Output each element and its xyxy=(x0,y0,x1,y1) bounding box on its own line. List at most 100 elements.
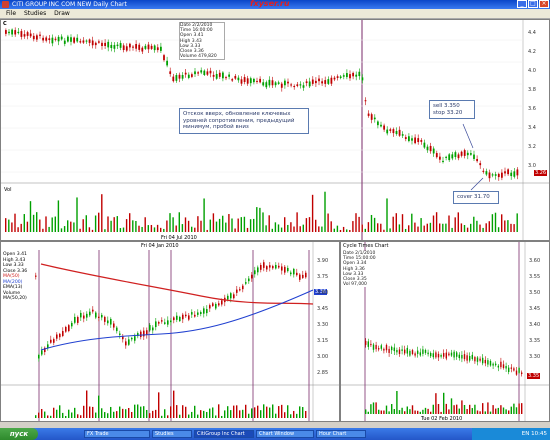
left-volume-bar xyxy=(203,410,205,418)
left-volume-bar xyxy=(110,406,112,418)
right-volume-bar xyxy=(510,406,512,414)
left-candle xyxy=(239,289,241,291)
main-volume-bar xyxy=(147,225,149,232)
main-candle xyxy=(336,76,339,78)
menu-draw[interactable]: Draw xyxy=(54,10,70,17)
main-volume-bar xyxy=(101,194,103,232)
start-button[interactable]: пуск xyxy=(0,428,38,440)
main-candle xyxy=(284,80,286,86)
right-candle xyxy=(430,352,432,357)
main-candle xyxy=(442,160,444,163)
main-candle xyxy=(386,129,389,134)
maximize-button[interactable]: □ xyxy=(528,0,538,8)
main-candle xyxy=(392,129,395,134)
left-candle xyxy=(266,266,268,270)
close-button[interactable]: × xyxy=(539,0,549,8)
main-volume-bar xyxy=(119,228,122,232)
right-candle xyxy=(443,353,445,357)
main-candle xyxy=(79,41,82,43)
taskbar-item-4[interactable]: Chart Window xyxy=(256,430,314,438)
right-chart-pane[interactable]: Cycle Times Chart Date 2/1/2010 Time 15:… xyxy=(340,241,550,422)
right-volume-bar xyxy=(437,404,440,414)
left-chart-canvas[interactable] xyxy=(1,242,340,422)
main-volume-bar xyxy=(451,227,453,232)
system-tray: EN 10:45 xyxy=(472,428,550,440)
main-candle xyxy=(404,137,407,139)
left-candle xyxy=(257,267,259,273)
left-volume-bar xyxy=(194,405,196,418)
right-candle xyxy=(396,350,398,353)
taskbar-item-1[interactable]: FX Trade xyxy=(84,430,150,438)
main-candle xyxy=(271,80,274,86)
main-volume-bar xyxy=(277,224,280,232)
left-volume-bar xyxy=(77,414,79,418)
main-candle xyxy=(457,154,460,159)
left-candle xyxy=(191,312,193,315)
main-volume-bar xyxy=(231,218,233,232)
right-volume-bar xyxy=(440,411,442,414)
left-candle xyxy=(194,314,196,317)
main-candle xyxy=(70,37,72,42)
main-chart-pane[interactable]: C Date 2/2/2010 Time 16:00:00 Open 3.41 … xyxy=(0,19,550,241)
main-volume-bar xyxy=(346,229,348,232)
main-candle xyxy=(256,80,258,82)
main-candle xyxy=(147,44,150,50)
main-volume-bar xyxy=(113,217,115,232)
main-candle xyxy=(203,70,206,75)
main-candle xyxy=(370,114,373,120)
main-candle xyxy=(355,74,358,77)
main-volume-bar xyxy=(116,216,118,232)
main-candle xyxy=(73,37,75,43)
left-candle xyxy=(53,339,55,343)
right-candle xyxy=(378,348,380,350)
taskbar-item-3[interactable]: CitiGroup Inc Chart xyxy=(194,430,254,438)
main-candle xyxy=(17,31,20,34)
main-volume-bar xyxy=(414,222,416,232)
main-volume-bar xyxy=(482,227,484,232)
main-candle xyxy=(104,42,106,46)
main-candle xyxy=(153,45,156,51)
right-volume-bar xyxy=(443,392,445,414)
minimize-button[interactable]: _ xyxy=(517,0,527,8)
left-volume-bar xyxy=(143,406,145,418)
left-volume-bar xyxy=(284,412,286,418)
left-candle xyxy=(95,312,97,318)
taskbar-item-5[interactable]: Hour Chart xyxy=(316,430,366,438)
main-volume-bar xyxy=(355,213,357,232)
left-volume-bar xyxy=(221,415,223,418)
left-chart-pane[interactable]: Open 3.41 High 3.43 Low 3.33 Close 3.36 … xyxy=(0,241,340,422)
main-volume-bar xyxy=(82,219,84,232)
left-volume-bar xyxy=(236,405,238,418)
left-candle xyxy=(83,315,85,319)
main-candle xyxy=(383,125,385,130)
right-volume-bar xyxy=(476,410,479,414)
main-volume-bar xyxy=(370,214,373,232)
menu-studies[interactable]: Studies xyxy=(24,10,46,17)
left-volume-bar xyxy=(206,411,208,418)
left-volume-bar xyxy=(125,409,127,418)
right-volume-bar xyxy=(484,411,486,414)
main-candle xyxy=(470,153,472,155)
main-volume-bar xyxy=(324,191,326,232)
main-volume-bar xyxy=(191,226,193,232)
menu-file[interactable]: File xyxy=(6,10,16,17)
main-volume-bar xyxy=(373,217,376,232)
taskbar: пуск FX Trade Studies CitiGroup Inc Char… xyxy=(0,428,550,440)
right-candle xyxy=(479,358,481,361)
left-candle xyxy=(113,323,115,328)
right-candle xyxy=(401,349,403,351)
right-volume-bar xyxy=(414,410,416,414)
main-candle xyxy=(178,74,181,79)
main-volume-bar xyxy=(144,217,146,232)
main-candle xyxy=(119,43,122,48)
price-tick-label: 3.35 xyxy=(529,338,541,344)
main-candle xyxy=(82,40,85,43)
left-candle xyxy=(146,330,148,335)
left-volume-bar xyxy=(101,408,103,418)
main-candle xyxy=(339,76,342,79)
left-volume-bar xyxy=(68,409,70,418)
main-volume-bar xyxy=(5,218,7,232)
taskbar-item-2[interactable]: Studies xyxy=(152,430,192,438)
main-candle xyxy=(175,75,178,81)
left-legend: Open 3.41 High 3.43 Low 3.33 Close 3.36 … xyxy=(3,252,27,302)
